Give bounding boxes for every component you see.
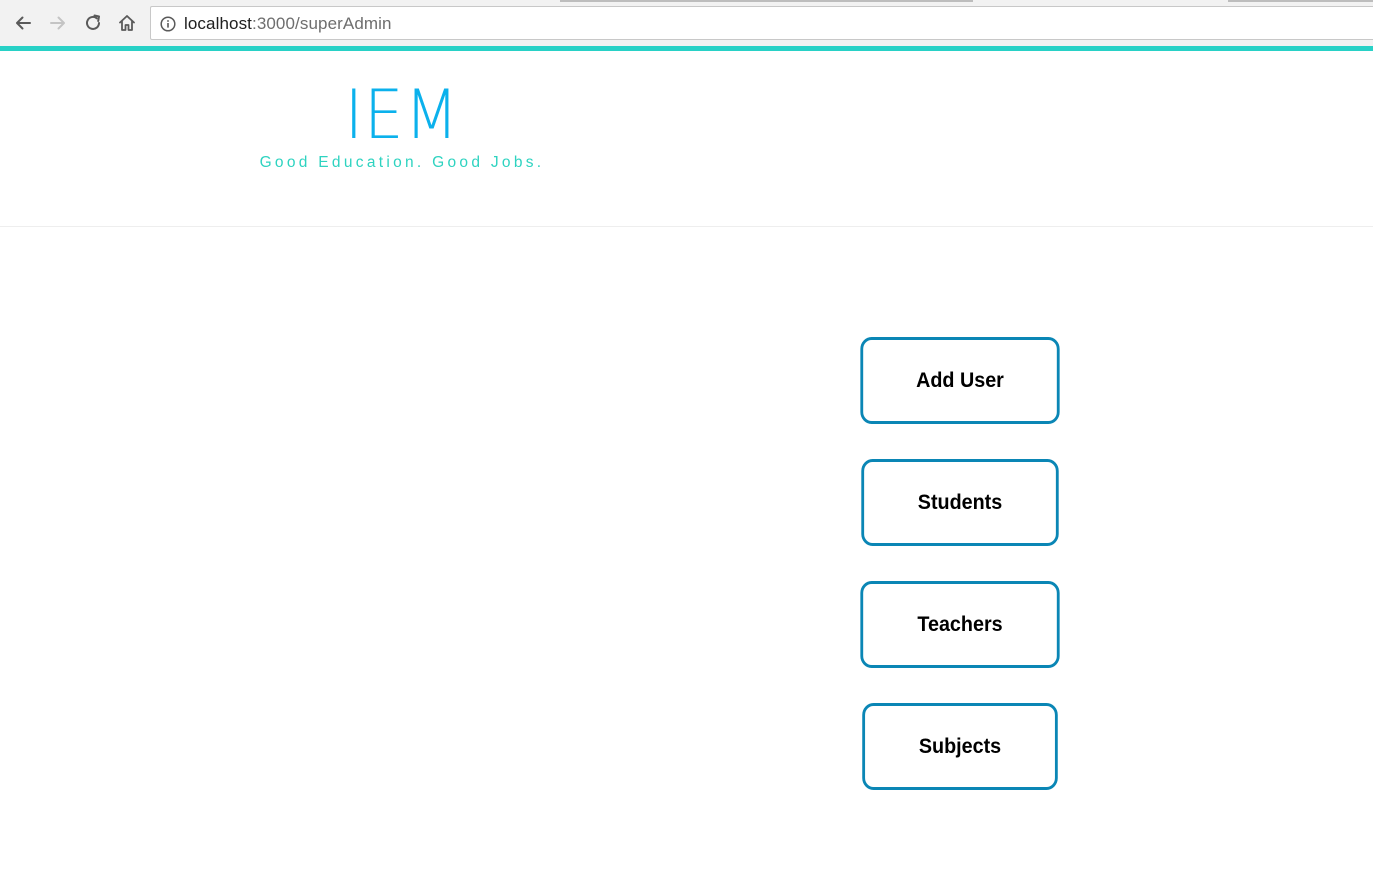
header-divider: [0, 226, 1373, 227]
address-bar[interactable]: localhost:3000/superAdmin: [150, 6, 1373, 40]
subjects-button[interactable]: Subjects: [862, 703, 1058, 790]
add-user-button[interactable]: Add User: [860, 337, 1060, 424]
teachers-button[interactable]: Teachers: [860, 581, 1060, 668]
info-icon[interactable]: [160, 16, 176, 32]
home-icon: [119, 15, 135, 31]
brand-logo-title: IEM: [344, 76, 460, 155]
home-button[interactable]: [113, 9, 141, 37]
brand-tagline: Good Education. Good Jobs.: [259, 154, 545, 171]
tab-strip-edge: [560, 0, 973, 2]
forward-arrow-icon: [50, 16, 65, 30]
top-accent-bar: [0, 46, 1373, 51]
back-arrow-icon: [16, 16, 31, 30]
students-button[interactable]: Students: [861, 459, 1059, 546]
forward-button[interactable]: [44, 9, 72, 37]
reload-button[interactable]: [79, 9, 107, 37]
url-text[interactable]: localhost:3000/superAdmin: [184, 14, 392, 34]
tab-strip-edge: [1228, 0, 1373, 2]
browser-toolbar: localhost:3000/superAdmin: [0, 0, 1373, 46]
reload-icon: [86, 14, 100, 30]
url-host: localhost: [184, 14, 252, 33]
back-button[interactable]: [9, 9, 37, 37]
url-path: :3000/superAdmin: [252, 14, 392, 33]
